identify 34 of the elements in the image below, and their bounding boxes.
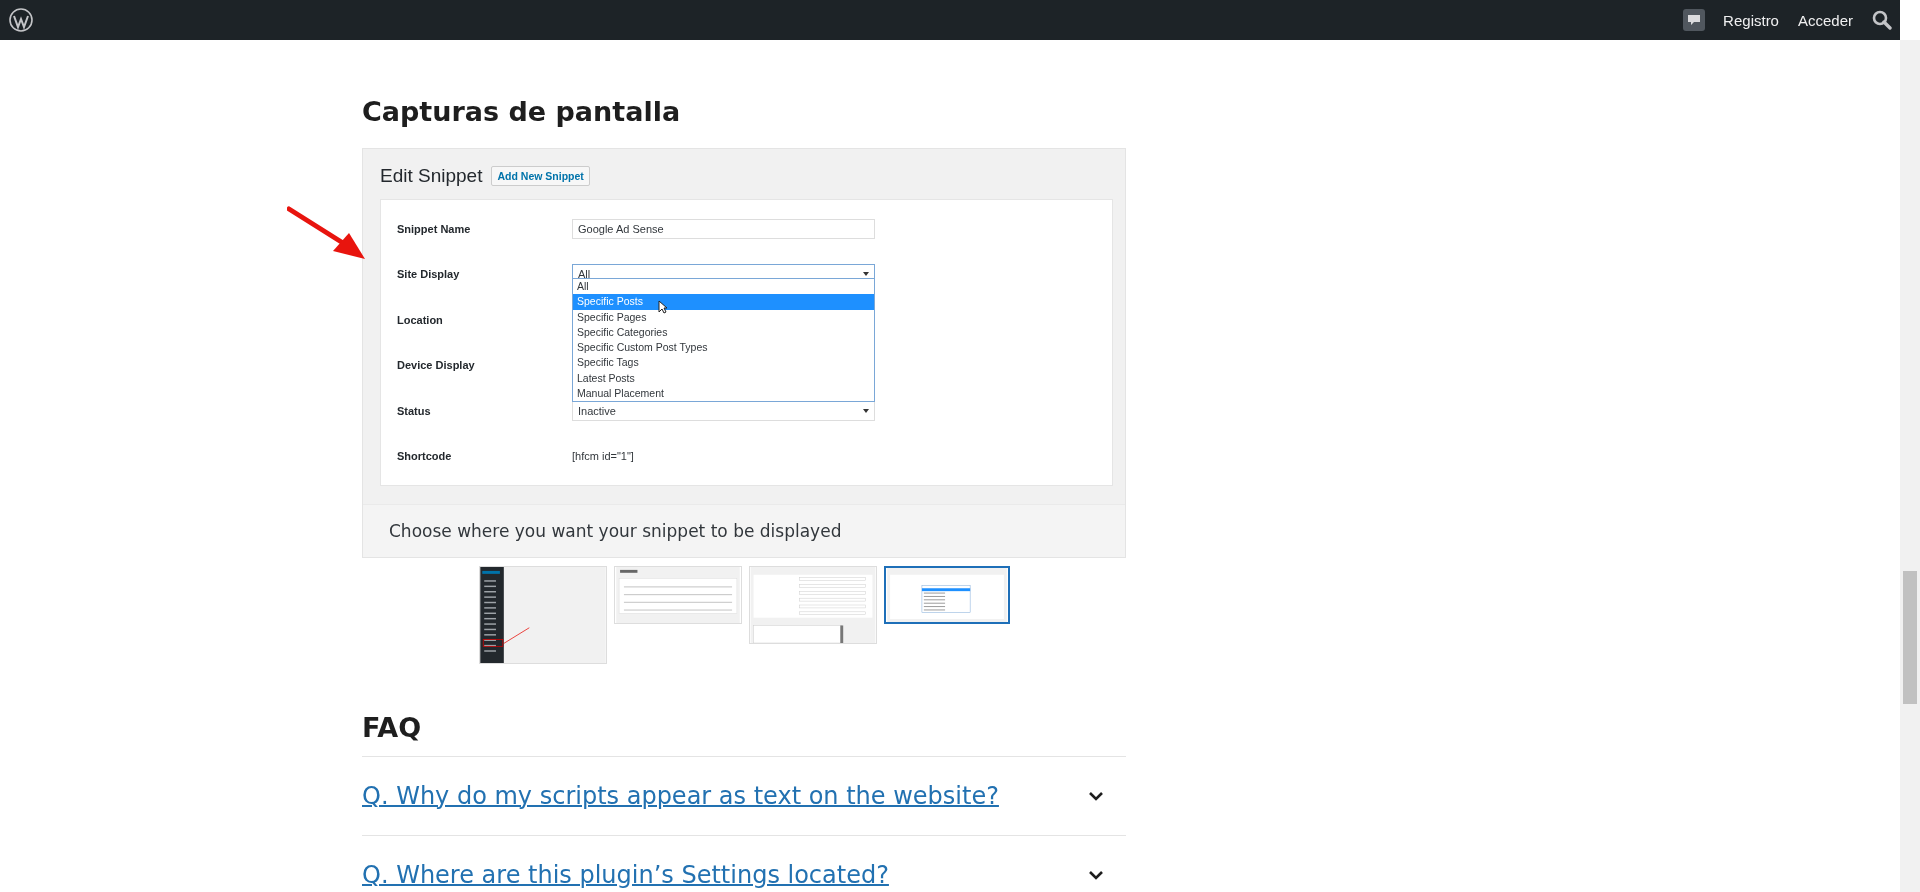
- comment-icon[interactable]: [1683, 9, 1706, 31]
- field-label: Status: [397, 404, 432, 417]
- screenshot-caption: Choose where you want your snippet to be displayed: [389, 521, 842, 541]
- dropdown-option[interactable]: Specific Pages: [573, 309, 874, 325]
- input-field[interactable]: Google Ad Sense: [572, 218, 875, 239]
- search-icon[interactable]: [1872, 10, 1892, 30]
- dropdown-option[interactable]: Manual Placement: [573, 386, 874, 402]
- add-new-button[interactable]: Add New Snippet: [491, 166, 590, 186]
- field-label: Site Display: [397, 268, 461, 281]
- faq-question-link[interactable]: Q. Where are this plugin’s Settings located?: [362, 861, 889, 889]
- admin-bar-link[interactable]: Registro: [1723, 11, 1779, 29]
- chevron-icon[interactable]: [1088, 791, 1104, 801]
- screen-title: Edit Snippet: [380, 165, 483, 187]
- caret-icon: [863, 408, 869, 413]
- section-heading: FAQ: [362, 711, 423, 745]
- shortcode-text: [hfcm id="1"]: [572, 450, 634, 463]
- faq-question-link[interactable]: Q. Why do my scripts appear as text on the website?: [362, 782, 999, 810]
- scrollbar[interactable]: [1900, 40, 1920, 892]
- dropdown-option[interactable]: Latest Posts: [573, 370, 874, 387]
- scrollbar-thumb[interactable]: [1903, 571, 1917, 704]
- logo-icon[interactable]: [9, 8, 33, 32]
- field-label: Device Display: [397, 359, 476, 372]
- field-label: Shortcode: [397, 450, 453, 463]
- arrow-icon: [287, 205, 367, 261]
- chevron-icon[interactable]: [1088, 870, 1104, 880]
- thumbnail[interactable]: [883, 566, 1010, 624]
- field-label: Location: [397, 313, 444, 326]
- field-label: Snippet Name: [397, 222, 472, 235]
- dropdown-option[interactable]: Specific Categories: [573, 324, 874, 341]
- cursor-icon: [658, 300, 668, 314]
- dropdown-option[interactable]: Specific Tags: [573, 355, 874, 371]
- section-heading: Capturas de pantalla: [362, 96, 682, 128]
- admin-bar-link[interactable]: Acceder: [1797, 11, 1853, 29]
- dropdown-option[interactable]: Specific Custom Post Types: [573, 340, 874, 356]
